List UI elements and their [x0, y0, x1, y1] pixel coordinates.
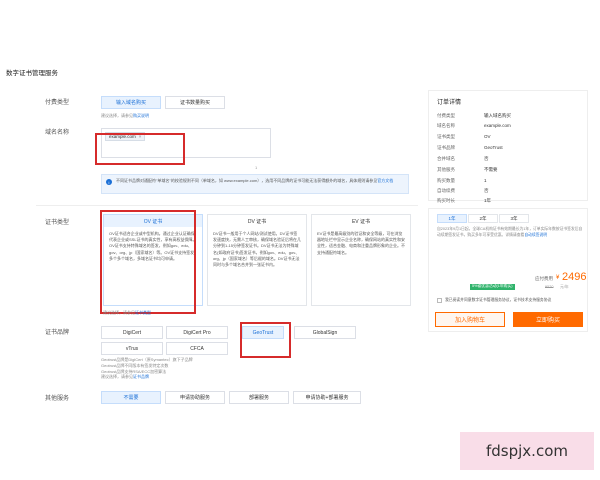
- agree-checkbox[interactable]: [437, 298, 442, 303]
- domain-info-bar: i 不同证书品牌对通配符"单域名"的校验规则不同（单域名，如 www.examp…: [101, 174, 409, 194]
- add-to-cart-label: 加入购物车: [454, 318, 485, 324]
- other-service-option-assist-deploy[interactable]: 申请协助+部署服务: [293, 391, 361, 404]
- period-option-3y[interactable]: 3年: [499, 214, 529, 223]
- other-service-option-deploy[interactable]: 部署服务: [229, 391, 289, 404]
- cert-type-card-desc: DV证书一般用于个人网站/测试使用。DV证书签发速度快，无需人工审核，确保域名验…: [213, 231, 301, 267]
- period-option-2y[interactable]: 2年: [468, 214, 498, 223]
- period-option-1y[interactable]: 1年: [437, 214, 467, 223]
- purchase-type-note-prefix: 建议选择，请参见: [101, 113, 133, 118]
- cert-type-card-ev[interactable]: EV 证书 EV证书是最高级别的验证和安全等级，可在浏览器地址栏中显示企业名称，…: [311, 214, 411, 306]
- domain-info-link[interactable]: 官方文档: [377, 178, 393, 183]
- summary-value: example.com: [484, 123, 511, 128]
- period-note-link[interactable]: 自动续签说明: [524, 233, 547, 237]
- domain-counter: 1: [255, 165, 258, 170]
- cert-type-card-desc: EV证书是最高级别的验证和安全等级，可在浏览器地址栏中显示企业名称，确保网站的真…: [317, 231, 405, 255]
- cert-type-note-link[interactable]: 证书类型: [135, 310, 151, 315]
- other-service-option-none[interactable]: 不需要: [101, 391, 161, 404]
- cert-type-card-title: DV 证书: [247, 218, 267, 225]
- cert-type-note: 建议选择，请参见证书类型: [103, 310, 151, 316]
- other-service-option-assist[interactable]: 申请协助服务: [165, 391, 225, 404]
- close-icon[interactable]: ×: [139, 134, 142, 139]
- price-unit: 元/年: [560, 285, 569, 289]
- price-currency: ¥: [556, 275, 560, 281]
- brand-option-geotrust[interactable]: GeoTrust: [242, 326, 284, 339]
- domain-label: 域名名称: [45, 130, 70, 136]
- purchase-type-note-link[interactable]: 购买说明: [133, 113, 149, 118]
- summary-key: 自动续费: [437, 188, 455, 193]
- brand-note-prefix: 建议选择，请参见: [101, 374, 133, 380]
- brand-option-digicert[interactable]: DigiCert: [101, 326, 163, 339]
- summary-value: 否: [484, 188, 489, 193]
- cert-type-card-ov[interactable]: OV 证书 OV证书适合企业或中型机构。通过企业认证确保代表企业或SSL证书的真…: [103, 214, 203, 306]
- cert-type-card-title: EV 证书: [351, 218, 371, 225]
- section-divider: [36, 205, 418, 206]
- purchase-type-option-quantity[interactable]: 证书数量购买: [165, 96, 225, 109]
- other-service-label: 其他服务: [45, 396, 70, 402]
- brand-label: 证书品牌: [45, 330, 70, 336]
- summary-key: 购买数量: [437, 178, 455, 183]
- summary-key: 其他服务: [437, 167, 455, 172]
- discount-badge: 5%省优惠活动(1年购买): [470, 284, 515, 290]
- brand-option-globalsign[interactable]: GlobalSign: [294, 326, 356, 339]
- cert-type-note-prefix: 建议选择，请参见: [103, 310, 135, 315]
- watermark: fdspjx.com: [460, 432, 594, 470]
- summary-value: 1: [484, 178, 487, 183]
- cert-type-card-title: OV 证书: [104, 215, 202, 227]
- buy-now-label: 立即购买: [535, 318, 560, 324]
- brand-note-suggestion: 建议选择，请参见证书品牌: [101, 374, 241, 380]
- purchase-type-note: 建议选择，请参见购买说明: [101, 113, 149, 119]
- summary-value: 1年: [484, 198, 492, 203]
- summary-value: 否: [484, 156, 489, 161]
- page-title: 数字证书管理服务: [6, 70, 58, 77]
- brand-notes: Geotrust品牌是DigiCert（原Symantec）旗下子品牌 Geot…: [101, 357, 241, 380]
- watermark-text: fdspjx.com: [486, 442, 568, 460]
- purchase-type-option-domain[interactable]: 输入域名购买: [101, 96, 161, 109]
- summary-key: 证书品牌: [437, 145, 455, 150]
- summary-key: 购买时长: [437, 198, 455, 203]
- domain-info-text: 不同证书品牌对通配符"单域名"的校验规则不同（单域名，如 www.example…: [116, 178, 406, 184]
- cert-type-label: 证书类型: [45, 220, 70, 226]
- price-label: 应付费用: [535, 276, 553, 281]
- domain-tag[interactable]: example.com ×: [105, 132, 146, 141]
- period-note: 自2023年9月1日起，全球CA机构证书有效期最长为1年，订单实际年数按证书签发…: [437, 227, 583, 238]
- summary-value: OV: [484, 134, 491, 139]
- summary-key: 合并域名: [437, 156, 455, 161]
- brand-option-vtrus[interactable]: vTrus: [101, 342, 163, 355]
- brand-option-cfca[interactable]: CFCA: [166, 342, 228, 355]
- price-original: ¥520: [545, 285, 554, 289]
- cert-type-card-desc: OV证书适合企业或中型机构。通过企业认证确保代表企业或SSL证书的真实性，享有高…: [109, 231, 197, 261]
- summary-key: 域名名称: [437, 123, 455, 128]
- add-to-cart-button[interactable]: 加入购物车: [435, 312, 505, 327]
- agree-text: 我已阅读并同意数字证书管理服务协议，证书技术支持服务协议: [445, 298, 552, 302]
- brand-option-digicert-pro[interactable]: DigiCert Pro: [166, 326, 228, 339]
- summary-key: 付费类型: [437, 113, 455, 118]
- domain-tag-label: example.com: [109, 134, 136, 139]
- order-summary-title: 订单详情: [437, 100, 462, 106]
- domain-info-text-body: 不同证书品牌对通配符"单域名"的校验规则不同（单域名，如 www.example…: [116, 178, 378, 183]
- buy-now-button[interactable]: 立即购买: [513, 312, 583, 327]
- period-note-text: 自2023年9月1日起，全球CA机构证书有效期最长为1年，订单实际年数按证书签发…: [437, 227, 583, 237]
- brand-note-link[interactable]: 证书品牌: [133, 374, 149, 379]
- summary-value: 输入域名购买: [484, 113, 511, 118]
- summary-value: 不需要: [484, 167, 498, 172]
- summary-value: GeoTrust: [484, 145, 503, 150]
- purchase-type-label: 付费类型: [45, 100, 70, 106]
- summary-key: 证书类型: [437, 134, 455, 139]
- info-icon: i: [106, 179, 112, 185]
- price-value: 2496: [562, 271, 587, 283]
- cert-type-card-dv[interactable]: DV 证书 DV证书一般用于个人网站/测试使用。DV证书签发速度快，无需人工审核…: [207, 214, 307, 306]
